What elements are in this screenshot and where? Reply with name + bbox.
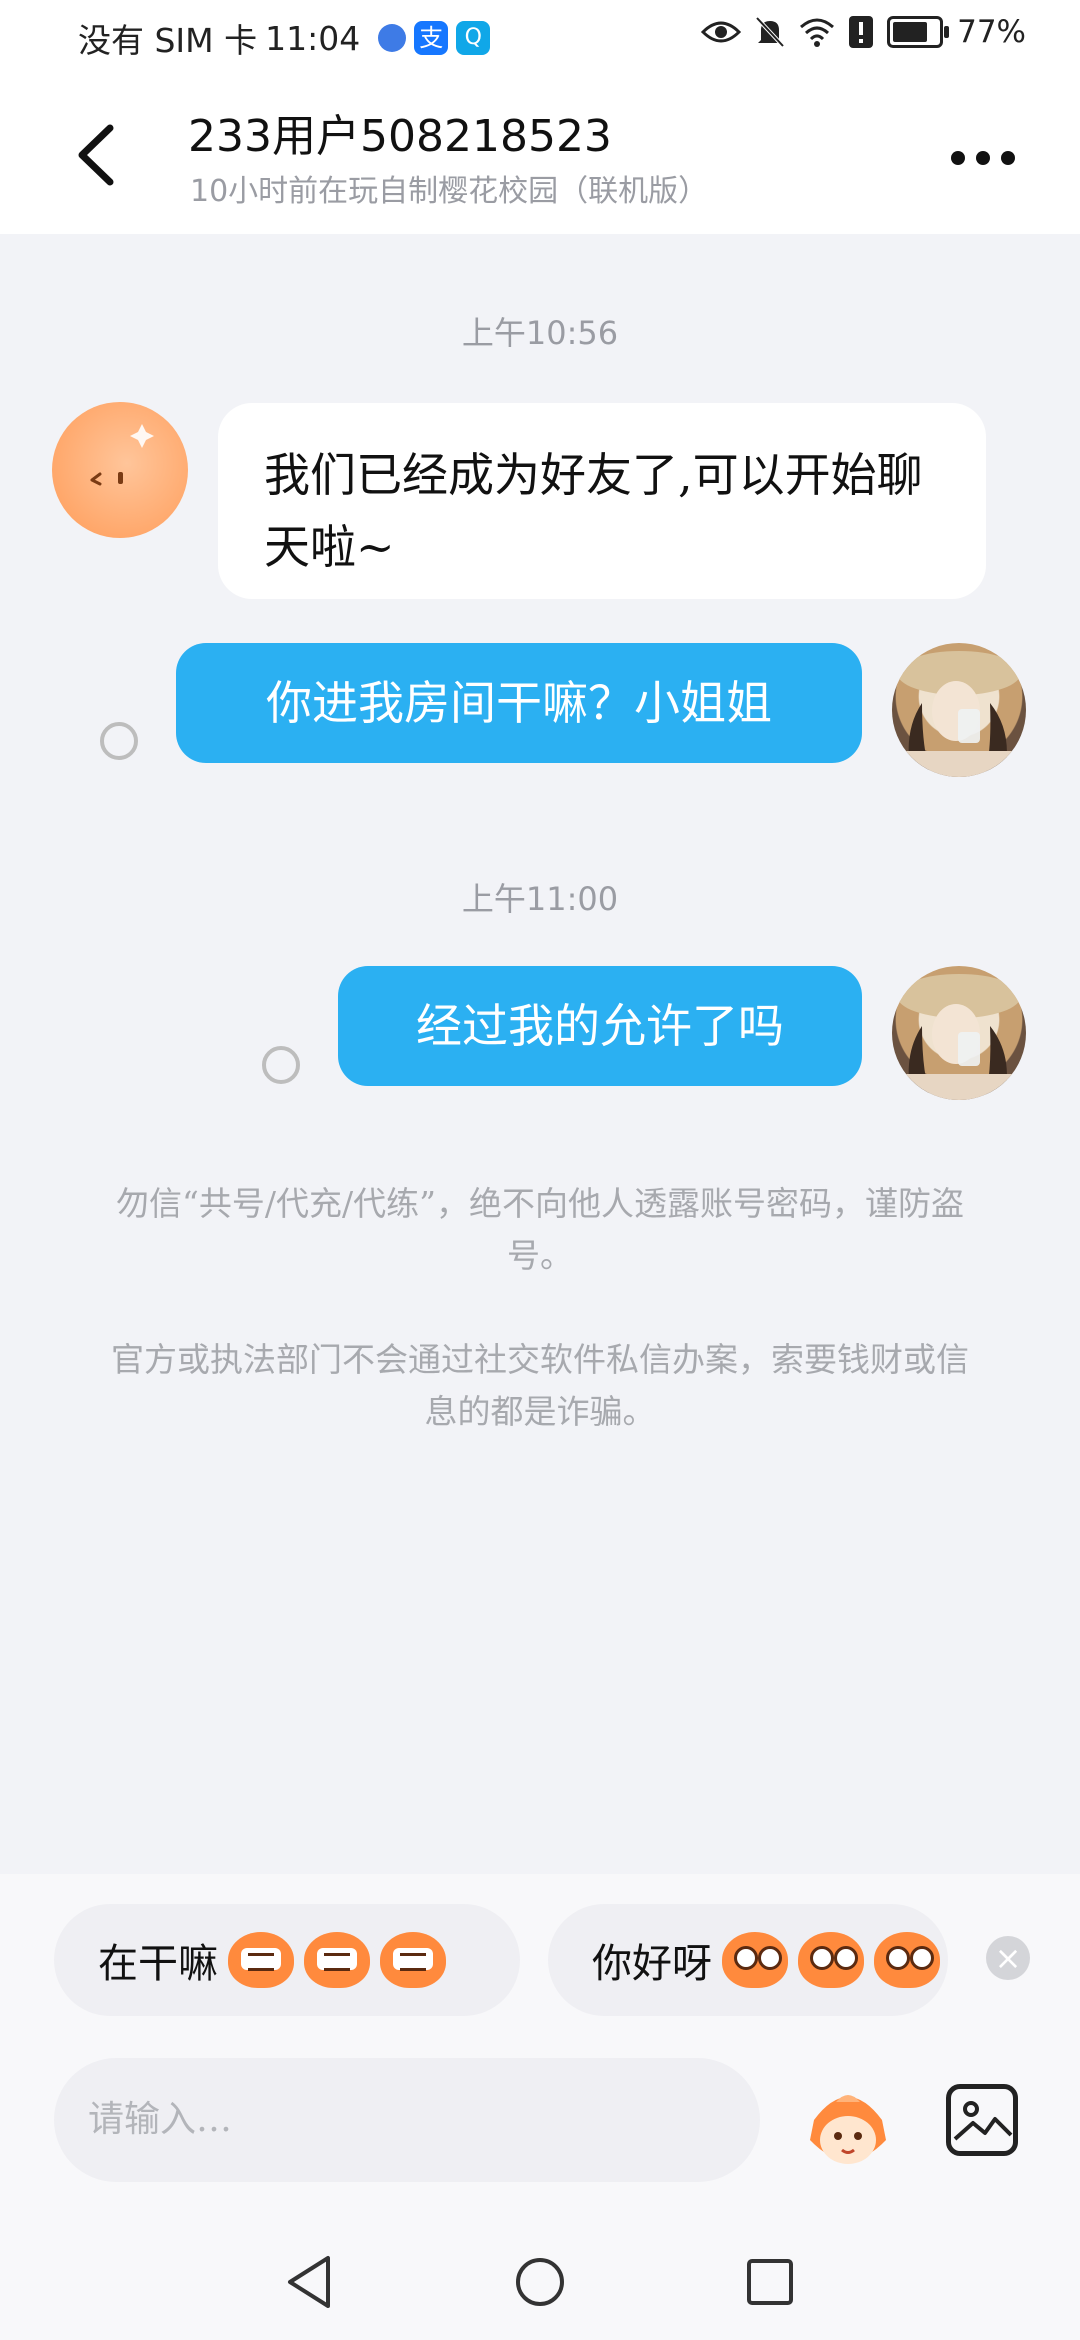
profile-photo — [892, 651, 1026, 777]
profile-photo — [892, 974, 1026, 1100]
message-input[interactable]: 请输入… — [54, 2058, 760, 2182]
quick-reply-chip[interactable]: 在干嘛 — [54, 1904, 520, 2016]
surprised-sticker-icon — [722, 1932, 788, 1988]
system-message-bubble: 我们已经成为好友了,可以开始聊天啦~ — [218, 403, 986, 599]
eye-icon — [701, 21, 742, 43]
message-status-circle — [262, 1046, 300, 1084]
status-left: 没有 SIM 卡 11:04 支 Q — [78, 14, 491, 62]
grin-sticker-icon — [304, 1932, 370, 1988]
clock-text: 11:04 — [265, 18, 361, 58]
quick-reply-label: 你好呀 — [592, 1941, 712, 1987]
search-app-icon: Q — [456, 21, 491, 55]
close-quick-replies-icon[interactable]: × — [986, 1936, 1030, 1980]
carrier-text: 没有 SIM 卡 — [78, 21, 258, 60]
more-options-icon[interactable] — [948, 138, 1018, 178]
image-picker-icon[interactable] — [946, 2084, 1018, 2156]
nav-recents-icon[interactable] — [746, 2258, 794, 2306]
mountain-image-icon — [953, 2101, 1013, 2141]
nav-back-icon[interactable] — [284, 2254, 334, 2310]
grin-sticker-icon — [380, 1932, 446, 1988]
battery-fill — [893, 22, 927, 42]
system-navigation-bar — [0, 2232, 1080, 2340]
mascot-face-icon — [90, 424, 154, 486]
sent-message-bubble[interactable]: 经过我的允许了吗 — [338, 966, 862, 1086]
bell-off-icon — [755, 16, 785, 48]
sticker-button-icon[interactable] — [800, 2080, 896, 2176]
quick-reply-label: 在干嘛 — [98, 1941, 218, 1987]
status-bar: 没有 SIM 卡 11:04 支 Q 77% — [0, 0, 1080, 76]
fraud-warning-notice: 官方或执法部门不会通过社交软件私信办案，索要钱财或信息的都是诈骗。 — [111, 1340, 969, 1431]
system-avatar[interactable] — [52, 402, 188, 538]
timestamp: 上午11:00 — [461, 880, 619, 918]
battery-percent: 77% — [957, 14, 1026, 50]
battery-icon — [887, 16, 950, 48]
chat-subtitle: 10小时前在玩自制樱花校园（联机版） — [190, 174, 709, 209]
wifi-icon — [800, 18, 835, 47]
surprised-sticker-icon — [874, 1932, 940, 1988]
quick-reply-chip[interactable]: 你好呀 — [548, 1904, 948, 2016]
chat-title: 233用户508218523 — [188, 111, 612, 162]
chat-header: 233用户508218523 10小时前在玩自制樱花校园（联机版） — [0, 76, 1080, 234]
globe-icon — [378, 24, 407, 52]
user-avatar[interactable] — [892, 966, 1026, 1100]
message-status-circle — [100, 722, 138, 760]
alert-icon — [849, 16, 874, 48]
back-arrow-icon[interactable] — [70, 120, 130, 190]
timestamp: 上午10:56 — [461, 314, 619, 352]
nav-home-icon[interactable] — [514, 2256, 566, 2308]
user-avatar[interactable] — [892, 643, 1026, 777]
alipay-icon: 支 — [414, 21, 449, 55]
surprised-sticker-icon — [798, 1932, 864, 1988]
safety-notice: 勿信“共号/代充/代练”，绝不向他人透露账号密码，谨防盗号。 — [116, 1184, 964, 1275]
status-right: 77% — [701, 14, 1026, 50]
sent-message-bubble[interactable]: 你进我房间干嘛？小姐姐 — [176, 643, 862, 763]
grin-sticker-icon — [228, 1932, 294, 1988]
